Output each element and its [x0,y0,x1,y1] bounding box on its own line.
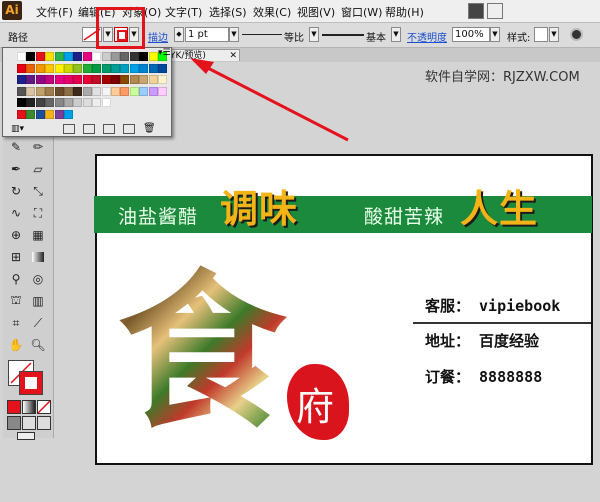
address-line: 地址： 百度经验 [425,332,540,350]
divider [413,322,591,324]
slogan-right-big: 人生 [460,187,539,231]
service-line: 客服： vipiebook [425,297,561,315]
order-line: 订餐： 8888888 [425,368,543,386]
slogan-left-small: 油盐酱醋 [118,206,199,228]
slogan-right-small: 酸甜苦辣 [364,206,445,228]
food-logo-character: 食 [118,253,286,451]
seal-character: 府 [296,385,335,429]
slogan-left-big: 调味 [220,187,299,231]
